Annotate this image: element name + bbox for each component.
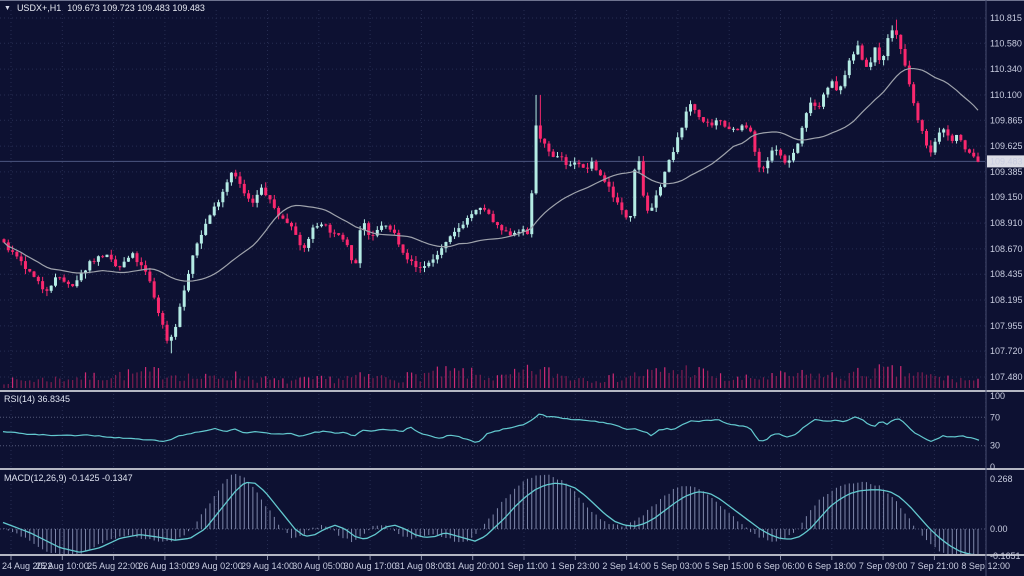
trading-chart-window: 110.815 110.580 110.340 110.100 109.865 109.6… [0, 0, 1024, 576]
svg-text:107.480: 107.480 [990, 372, 1023, 382]
svg-text:6 Sep 06:00: 6 Sep 06:00 [756, 561, 805, 571]
svg-text:110.340: 110.340 [990, 64, 1022, 74]
svg-text:108.910: 108.910 [990, 218, 1023, 228]
macd-histogram [4, 474, 978, 555]
svg-text:110.815: 110.815 [990, 13, 1022, 23]
svg-text:109.625: 109.625 [990, 141, 1023, 151]
svg-text:107.955: 107.955 [990, 321, 1023, 331]
svg-text:109.385: 109.385 [990, 167, 1023, 177]
panel-separator [0, 468, 1024, 470]
svg-text:108.670: 108.670 [990, 244, 1023, 254]
svg-text:30 Aug 05:00: 30 Aug 05:00 [292, 561, 345, 571]
panel-separator [0, 554, 1024, 556]
svg-text:110.580: 110.580 [990, 38, 1022, 48]
svg-text:5 Sep 03:00: 5 Sep 03:00 [654, 561, 703, 571]
svg-text:1 Sep 11:00: 1 Sep 11:00 [500, 561, 548, 571]
svg-text:107.720: 107.720 [990, 346, 1023, 356]
svg-text:29 Aug 02:00: 29 Aug 02:00 [190, 561, 243, 571]
svg-text:31 Aug 08:00: 31 Aug 08:00 [395, 561, 448, 571]
svg-text:2 Sep 14:00: 2 Sep 14:00 [602, 561, 651, 571]
chart-canvas[interactable]: 110.815 110.580 110.340 110.100 109.865 109.6… [0, 0, 1024, 576]
svg-text:0.00: 0.00 [990, 524, 1008, 534]
grid-lines [0, 10, 986, 560]
svg-text:5 Sep 15:00: 5 Sep 15:00 [705, 561, 754, 571]
svg-text:7 Sep 09:00: 7 Sep 09:00 [859, 561, 908, 571]
svg-text:25 Aug 10:00: 25 Aug 10:00 [36, 561, 89, 571]
svg-text:-0.1651: -0.1651 [990, 551, 1021, 561]
svg-text:1 Sep 23:00: 1 Sep 23:00 [551, 561, 600, 571]
svg-text:8 Sep 12:00: 8 Sep 12:00 [961, 561, 1010, 571]
svg-text:0: 0 [990, 462, 995, 472]
svg-text:108.435: 108.435 [990, 269, 1023, 279]
svg-text:30 Aug 17:00: 30 Aug 17:00 [344, 561, 397, 571]
svg-text:29 Aug 14:00: 29 Aug 14:00 [241, 561, 294, 571]
svg-text:100: 100 [990, 391, 1005, 401]
svg-text:108.195: 108.195 [990, 295, 1023, 305]
svg-text:0.268: 0.268 [990, 474, 1013, 484]
panel-separator [0, 390, 1024, 392]
svg-text:109.150: 109.150 [990, 192, 1023, 202]
svg-text:25 Aug 22:00: 25 Aug 22:00 [87, 561, 140, 571]
svg-text:110.100: 110.100 [990, 90, 1022, 100]
svg-text:31 Aug 20:00: 31 Aug 20:00 [446, 561, 499, 571]
svg-text:7 Sep 21:00: 7 Sep 21:00 [910, 561, 959, 571]
svg-text:109.483: 109.483 [990, 156, 1023, 166]
svg-text:6 Sep 18:00: 6 Sep 18:00 [808, 561, 857, 571]
svg-text:26 Aug 13:00: 26 Aug 13:00 [138, 561, 191, 571]
candlesticks [3, 20, 980, 354]
svg-text:30: 30 [990, 441, 1000, 451]
volume-histogram [3, 364, 978, 388]
rsi-line [3, 414, 979, 442]
svg-text:70: 70 [990, 412, 1000, 422]
svg-text:109.865: 109.865 [990, 115, 1023, 125]
